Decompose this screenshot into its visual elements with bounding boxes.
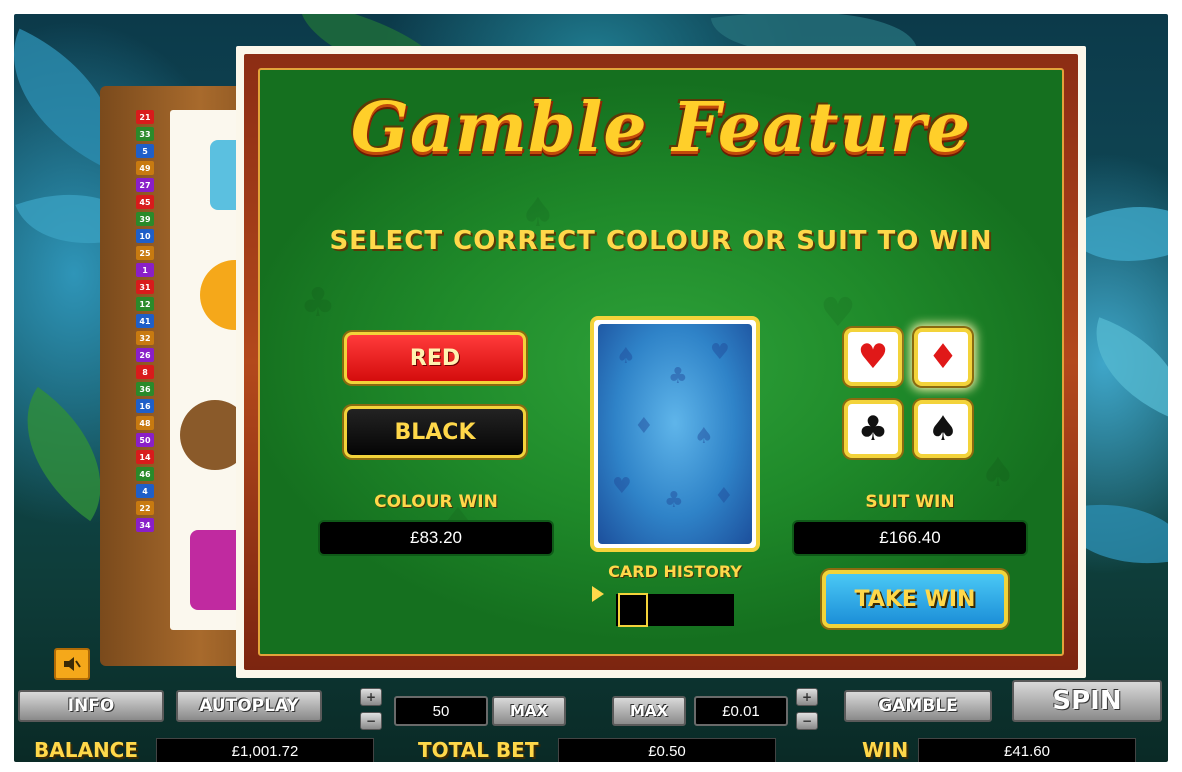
payline-indicator: 5 <box>136 144 154 158</box>
total-bet-label: TOTAL BET <box>418 738 539 762</box>
payline-indicator: 34 <box>136 518 154 532</box>
payline-indicator: 22 <box>136 501 154 515</box>
bet-decrease-button[interactable]: − <box>796 712 818 730</box>
payline-indicator: 27 <box>136 178 154 192</box>
payline-indicator: 45 <box>136 195 154 209</box>
payline-indicator: 26 <box>136 348 154 362</box>
bet-value: £0.01 <box>694 696 788 726</box>
payline-indicator: 1 <box>136 263 154 277</box>
card-back: ♠ ♣ ♥ ♦ ♠ ♥ ♣ ♦ <box>598 324 752 544</box>
spades-button[interactable]: ♠ <box>914 400 972 458</box>
payline-indicator: 12 <box>136 297 154 311</box>
diamond-icon: ♦ <box>927 337 959 377</box>
payline-indicator: 46 <box>136 467 154 481</box>
bet-increase-button[interactable]: + <box>796 688 818 706</box>
background-suit-pattern: ♣ <box>300 280 336 326</box>
gamble-dialog-felt: ♣ ♦ ♥ ♠ ♠ Gamble Feature SELECT CORRECT … <box>258 68 1064 656</box>
balance-label: BALANCE <box>34 738 139 762</box>
card-history-label: CARD HISTORY <box>608 562 742 581</box>
payline-indicator: 21 <box>136 110 154 124</box>
payline-indicator: 8 <box>136 365 154 379</box>
info-button[interactable]: INFO <box>18 690 164 722</box>
heart-icon: ♥ <box>857 337 889 377</box>
gamble-dialog-border: ♣ ♦ ♥ ♠ ♠ Gamble Feature SELECT CORRECT … <box>244 54 1078 670</box>
payline-indicator: 39 <box>136 212 154 226</box>
payline-indicator: 36 <box>136 382 154 396</box>
take-win-button[interactable]: TAKE WIN <box>822 570 1008 628</box>
clubs-button[interactable]: ♣ <box>844 400 902 458</box>
sound-toggle-button[interactable] <box>54 648 90 680</box>
spin-button[interactable]: SPIN <box>1012 680 1162 722</box>
total-bet-value: £0.50 <box>558 738 776 762</box>
payline-indicator: 41 <box>136 314 154 328</box>
club-icon: ♣ <box>857 409 889 449</box>
spade-icon: ♠ <box>927 409 959 449</box>
card-history-arrow-icon <box>592 586 604 602</box>
card-back-suit: ♣ <box>668 364 688 389</box>
payline-indicator: 32 <box>136 331 154 345</box>
card-back-suit: ♦ <box>634 414 654 439</box>
gamble-title: Gamble Feature <box>350 88 972 168</box>
payline-indicator: 4 <box>136 484 154 498</box>
gamble-button[interactable]: GAMBLE <box>844 690 992 722</box>
suit-win-value: £166.40 <box>792 520 1028 556</box>
background-leaf <box>1075 317 1168 421</box>
max-lines-button[interactable]: MAX <box>492 696 566 726</box>
payline-indicator: 16 <box>136 399 154 413</box>
card-back-suit: ♥ <box>710 340 730 365</box>
payline-indicator: 25 <box>136 246 154 260</box>
colour-win-value: £83.20 <box>318 520 554 556</box>
gamble-dialog: ♣ ♦ ♥ ♠ ♠ Gamble Feature SELECT CORRECT … <box>236 46 1086 678</box>
win-value: £41.60 <box>918 738 1136 762</box>
hearts-button[interactable]: ♥ <box>844 328 902 386</box>
red-button[interactable]: RED <box>344 332 526 384</box>
lines-value: 50 <box>394 696 488 726</box>
diamonds-button[interactable]: ♦ <box>914 328 972 386</box>
black-button[interactable]: BLACK <box>344 406 526 458</box>
lines-increase-button[interactable]: + <box>360 688 382 706</box>
autoplay-button[interactable]: AUTOPLAY <box>176 690 322 722</box>
payline-indicator: 31 <box>136 280 154 294</box>
card-back-suit: ♠ <box>616 344 636 369</box>
card-back-suit: ♦ <box>714 484 734 509</box>
payline-indicator: 50 <box>136 433 154 447</box>
max-bet-button[interactable]: MAX <box>612 696 686 726</box>
background-suit-pattern: ♠ <box>980 450 1016 496</box>
payline-indicator: 33 <box>136 127 154 141</box>
win-label: WIN <box>862 738 909 762</box>
card-history-slot <box>618 593 648 627</box>
colour-win-label: COLOUR WIN <box>374 492 498 512</box>
speaker-icon <box>64 657 81 671</box>
card-back-suit: ♠ <box>694 424 714 449</box>
card-back-suit: ♣ <box>664 488 684 513</box>
payline-indicator: 48 <box>136 416 154 430</box>
balance-value: £1,001.72 <box>156 738 374 762</box>
payline-indicators: 21 33 5 49 27 45 39 10 25 1 31 12 41 32 26 8 36 16 48 50 14 4… <box>136 110 154 532</box>
face-down-card: ♠ ♣ ♥ ♦ ♠ ♥ ♣ ♦ <box>590 316 760 552</box>
payline-indicator: 14 <box>136 450 154 464</box>
gamble-instruction: SELECT CORRECT COLOUR OR SUIT TO WIN <box>329 226 993 256</box>
payline-indicator: 49 <box>136 161 154 175</box>
suit-win-label: SUIT WIN <box>865 492 955 512</box>
lines-decrease-button[interactable]: − <box>360 712 382 730</box>
payline-indicator: 10 <box>136 229 154 243</box>
card-back-suit: ♥ <box>612 474 632 499</box>
